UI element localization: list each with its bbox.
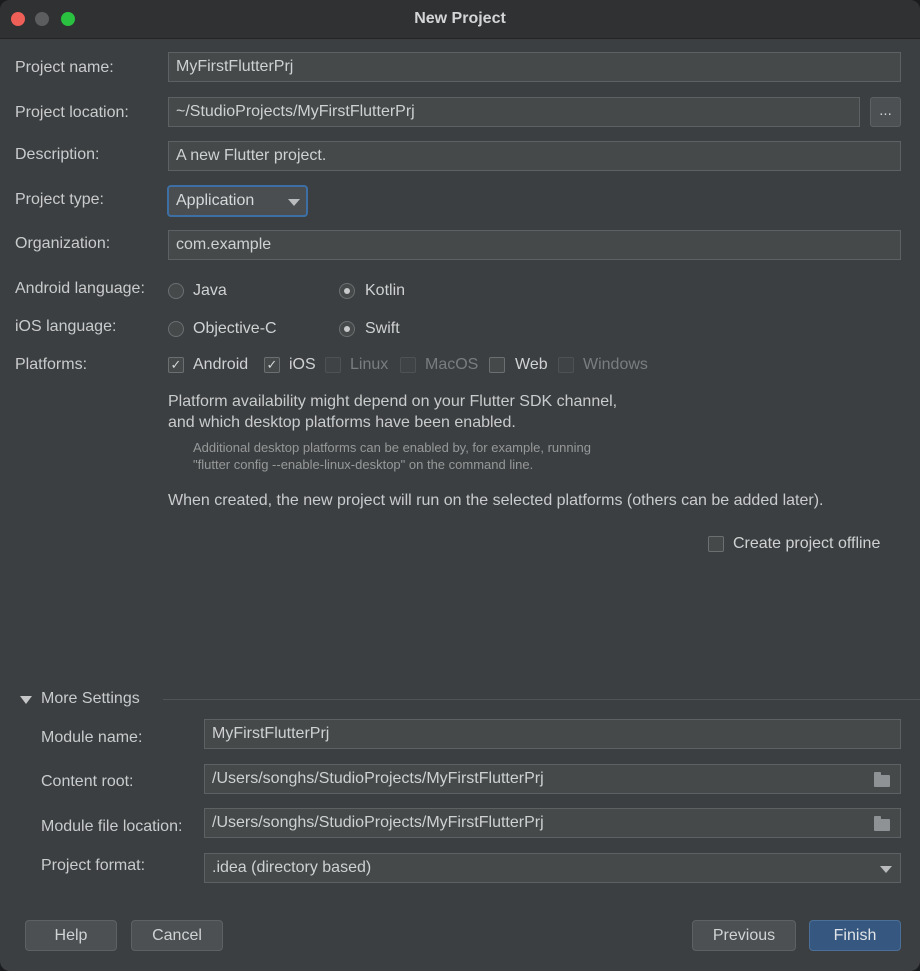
radio-swift[interactable] [339, 321, 355, 337]
organization-input[interactable]: com.example [168, 230, 901, 260]
platform-info-line-3: When created, the new project will run o… [168, 492, 824, 509]
project-type-dropdown[interactable]: Application [167, 185, 308, 217]
project-type-label: Project type: [15, 191, 104, 208]
checkbox-ios-label: iOS [289, 356, 316, 373]
project-format-dropdown[interactable]: .idea (directory based) [204, 853, 901, 883]
radio-kotlin[interactable] [339, 283, 355, 299]
ios-language-label: iOS language: [15, 318, 117, 335]
platform-info-line-1: Platform availability might depend on yo… [168, 393, 618, 410]
previous-button[interactable]: Previous [692, 920, 796, 951]
new-project-dialog: New Project Project name: MyFirstFlutter… [0, 0, 920, 971]
content-root-value: /Users/songhs/StudioProjects/MyFirstFlut… [212, 770, 544, 787]
create-offline-label: Create project offline [733, 535, 881, 552]
project-format-label: Project format: [41, 857, 146, 874]
radio-java[interactable] [168, 283, 184, 299]
description-input[interactable]: A new Flutter project. [168, 141, 901, 171]
project-location-label: Project location: [15, 104, 129, 121]
content-root-label: Content root: [41, 773, 134, 790]
project-format-value: .idea (directory based) [212, 859, 372, 876]
checkbox-create-offline[interactable] [708, 536, 724, 552]
module-file-location-input[interactable]: /Users/songhs/StudioProjects/MyFirstFlut… [204, 808, 901, 838]
module-file-location-value: /Users/songhs/StudioProjects/MyFirstFlut… [212, 814, 544, 831]
checkbox-web-label: Web [515, 356, 548, 373]
checkbox-windows [558, 357, 574, 373]
radio-objective-c-label: Objective-C [193, 320, 277, 337]
content-root-input[interactable]: /Users/songhs/StudioProjects/MyFirstFlut… [204, 764, 901, 794]
checkbox-android[interactable]: ✓ [168, 357, 184, 373]
checkbox-ios[interactable]: ✓ [264, 357, 280, 373]
radio-java-label: Java [193, 282, 227, 299]
cancel-button[interactable]: Cancel [131, 920, 223, 951]
more-settings-title[interactable]: More Settings [41, 690, 140, 708]
title-bar: New Project [0, 0, 920, 39]
window-title: New Project [414, 10, 506, 27]
folder-icon[interactable] [874, 816, 890, 831]
description-label: Description: [15, 146, 100, 163]
platform-note-line-1: Additional desktop platforms can be enab… [193, 440, 591, 455]
radio-objective-c[interactable] [168, 321, 184, 337]
project-location-input[interactable]: ~/StudioProjects/MyFirstFlutterPrj [168, 97, 860, 127]
checkbox-android-label: Android [193, 356, 249, 373]
help-button[interactable]: Help [25, 920, 117, 951]
checkbox-web[interactable] [489, 357, 505, 373]
platform-note-line-2: "flutter config --enable-linux-desktop" … [193, 457, 534, 472]
collapse-triangle-icon[interactable] [20, 696, 32, 704]
more-settings-divider [163, 699, 920, 700]
browse-location-button[interactable]: ... [870, 97, 901, 127]
checkbox-linux [325, 357, 341, 373]
project-name-label: Project name: [15, 59, 114, 76]
checkbox-macos-label: MacOS [425, 356, 479, 373]
checkbox-macos [400, 357, 416, 373]
platform-info-line-2: and which desktop platforms have been en… [168, 414, 516, 431]
radio-swift-label: Swift [365, 320, 400, 337]
platforms-label: Platforms: [15, 356, 88, 373]
chevron-down-icon [880, 866, 892, 873]
module-file-location-label: Module file location: [41, 818, 183, 835]
finish-button[interactable]: Finish [809, 920, 901, 951]
module-name-label: Module name: [41, 729, 143, 746]
radio-kotlin-label: Kotlin [365, 282, 406, 299]
organization-label: Organization: [15, 235, 111, 252]
checkbox-windows-label: Windows [583, 356, 648, 373]
android-language-label: Android language: [15, 280, 145, 297]
folder-icon[interactable] [874, 772, 890, 787]
module-name-input[interactable]: MyFirstFlutterPrj [204, 719, 901, 749]
project-type-value: Application [176, 192, 255, 209]
chevron-down-icon [288, 199, 300, 206]
project-name-input[interactable]: MyFirstFlutterPrj [168, 52, 901, 82]
checkbox-linux-label: Linux [350, 356, 389, 373]
